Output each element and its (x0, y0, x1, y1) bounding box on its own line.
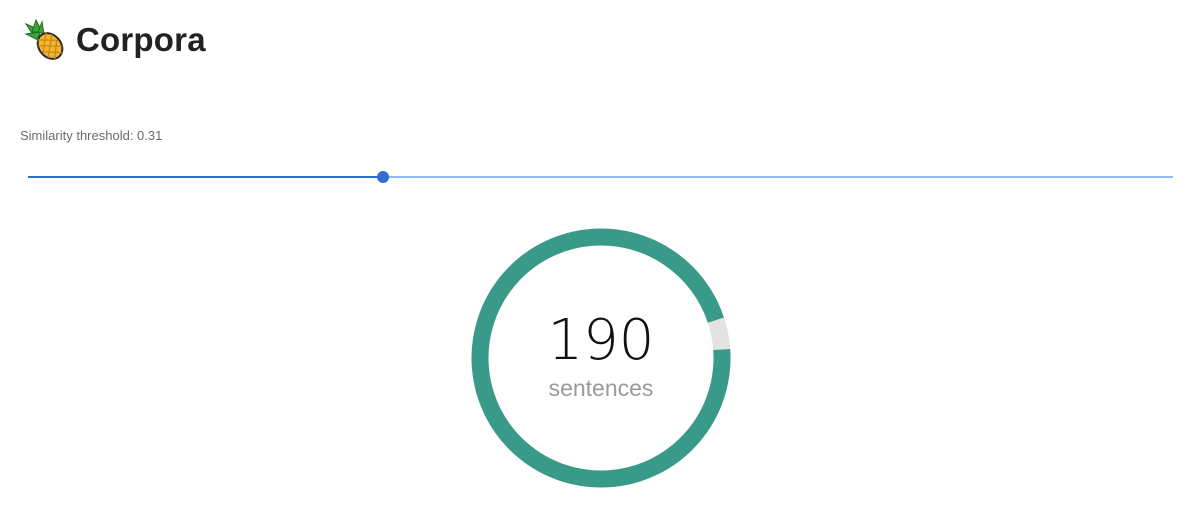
app-header: Corpora (22, 18, 206, 62)
sentence-count-unit: sentences (548, 375, 654, 401)
sentence-count-gauge: 190 sentences (470, 227, 732, 489)
similarity-threshold-slider[interactable] (28, 166, 1173, 188)
slider-thumb[interactable] (376, 171, 389, 183)
pineapple-icon (24, 18, 64, 60)
app-title: Corpora (76, 21, 206, 58)
slider-label: Similarity threshold: 0.31 (20, 128, 163, 143)
sentence-count-value: 190 (547, 308, 655, 373)
slider-track[interactable] (28, 176, 383, 178)
